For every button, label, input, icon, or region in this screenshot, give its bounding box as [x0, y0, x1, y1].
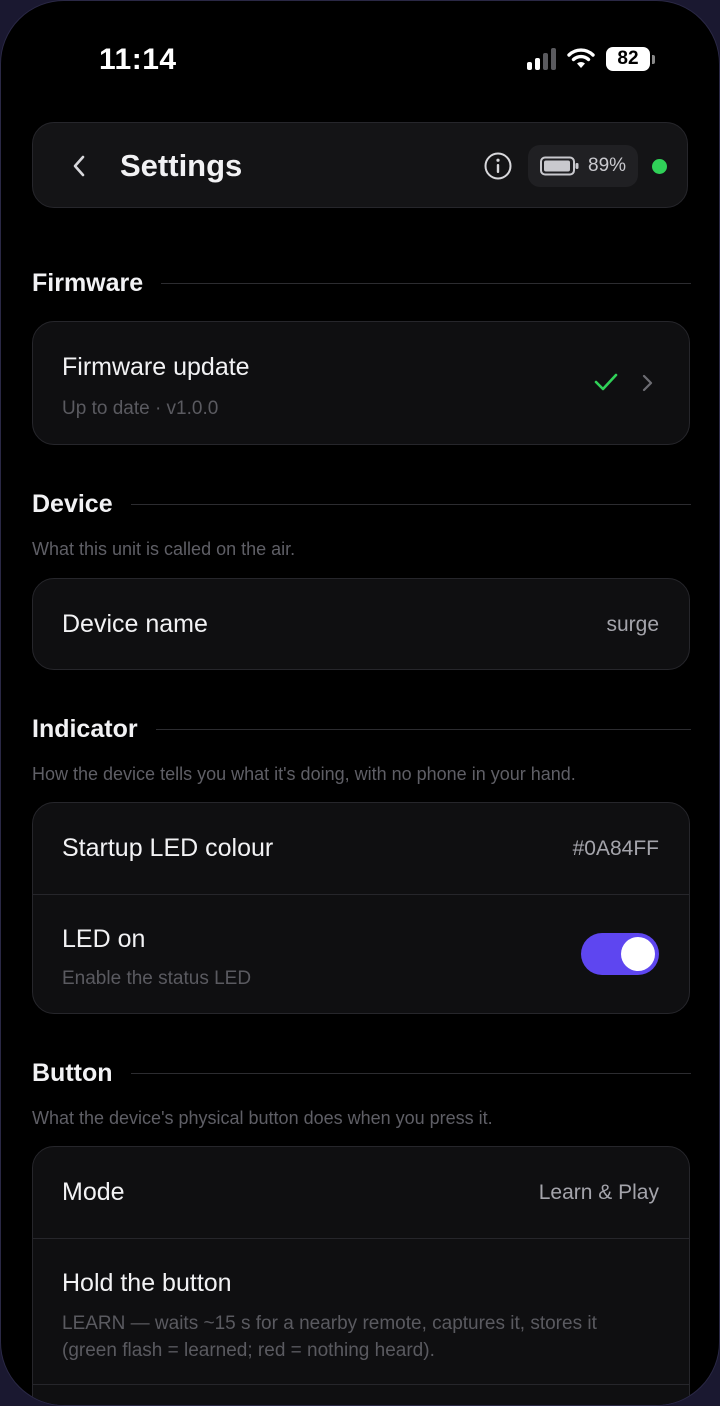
led-on-row: LED on Enable the status LED	[33, 894, 689, 1013]
row-subtitle-line-2: (green flash = learned; red = nothing he…	[62, 1340, 435, 1361]
phone-screen: 11:14 82 Settings 89% Firmware Firmware …	[0, 0, 720, 1406]
section-title: Indicator	[32, 715, 138, 743]
toggle-knob	[621, 937, 655, 971]
checkmark-icon	[594, 373, 618, 391]
mode-value: Learn & Play	[538, 1181, 659, 1204]
status-time: 11:14	[99, 43, 177, 76]
section-indicator-heading: Indicator	[32, 715, 691, 744]
section-description: What this unit is called on the air.	[32, 539, 296, 559]
section-description: How the device tells you what it's doing…	[32, 764, 576, 784]
mode-row[interactable]: Mode Learn & Play	[33, 1147, 689, 1238]
section-button-heading: Button	[32, 1059, 691, 1088]
info-icon	[484, 152, 512, 180]
cellular-signal-icon	[527, 48, 556, 70]
chevron-left-icon	[73, 155, 85, 177]
battery-icon	[540, 156, 579, 176]
device-name-row[interactable]: Device name surge	[33, 579, 689, 669]
phone-battery-icon: 82	[606, 47, 655, 71]
section-title: Firmware	[32, 269, 144, 297]
device-card: Device name surge	[32, 578, 690, 670]
phone-battery-level: 82	[606, 47, 650, 71]
row-title: Mode	[62, 1178, 125, 1206]
section-title: Device	[32, 490, 113, 518]
device-battery-chip: 89%	[528, 145, 638, 187]
led-on-toggle[interactable]	[581, 933, 659, 975]
row-subtitle: Up to date · v1.0.0	[62, 398, 219, 419]
chevron-right-icon	[642, 374, 653, 392]
led-colour-row[interactable]: Startup LED colour #0A84FF	[33, 803, 689, 894]
section-divider	[130, 1073, 691, 1074]
button-card: Mode Learn & Play Hold the button LEARN …	[32, 1146, 690, 1405]
device-name-value: surge	[606, 613, 659, 636]
row-title: Startup LED colour	[62, 834, 274, 862]
section-description: What the device's physical button does w…	[32, 1108, 493, 1128]
hold-button-row: Hold the button LEARN — waits ~15 s for …	[33, 1238, 689, 1384]
row-subtitle: Enable the status LED	[62, 968, 252, 989]
section-title: Button	[32, 1059, 113, 1087]
section-device-heading: Device	[32, 490, 691, 519]
row-title: Hold the button	[62, 1269, 232, 1297]
led-colour-value: #0A84FF	[572, 837, 659, 860]
wifi-icon	[567, 48, 595, 68]
row-title: LED on	[62, 925, 146, 953]
section-divider	[130, 504, 691, 505]
status-icons: 82	[527, 47, 655, 71]
settings-header: Settings 89%	[32, 122, 688, 208]
info-button[interactable]	[483, 151, 513, 181]
device-battery-percent: 89%	[588, 155, 627, 176]
row-title: Device name	[62, 610, 208, 638]
section-divider	[155, 729, 691, 730]
section-divider	[161, 283, 691, 284]
row-title: Firmware update	[62, 353, 250, 381]
next-row	[33, 1384, 689, 1405]
firmware-update-row[interactable]: Firmware update Up to date · v1.0.0	[33, 322, 689, 444]
section-firmware-heading: Firmware	[32, 269, 691, 298]
row-subtitle-line-1: LEARN — waits ~15 s for a nearby remote,…	[62, 1313, 597, 1334]
connection-status-dot	[652, 159, 667, 174]
firmware-card: Firmware update Up to date · v1.0.0	[32, 321, 690, 445]
back-button[interactable]	[63, 148, 95, 184]
indicator-card: Startup LED colour #0A84FF LED on Enable…	[32, 802, 690, 1014]
page-title: Settings	[120, 148, 243, 183]
